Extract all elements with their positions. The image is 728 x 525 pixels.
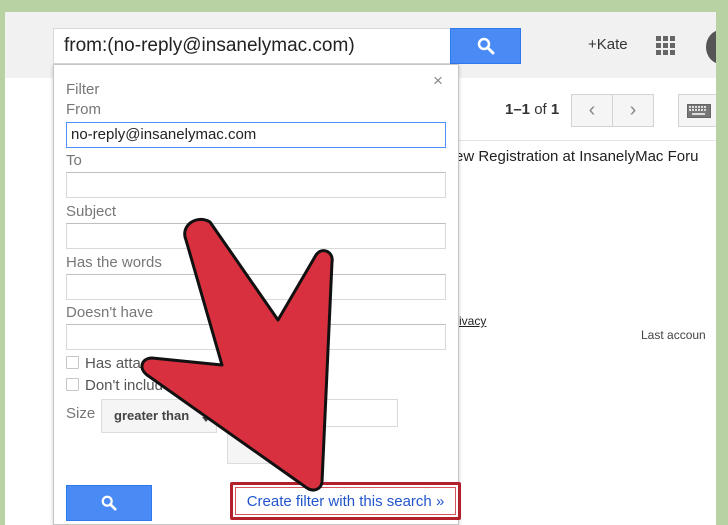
close-icon[interactable]: × bbox=[433, 71, 443, 91]
frame-border-top bbox=[0, 0, 716, 12]
newer-button[interactable]: ‹ bbox=[571, 94, 613, 127]
user-profile-link[interactable]: +Kate bbox=[588, 36, 628, 53]
dont-include-chats-label: Don't include ch bbox=[85, 377, 192, 394]
chevron-left-icon: ‹ bbox=[588, 99, 596, 121]
doesnt-have-label: Doesn't have bbox=[66, 304, 154, 321]
subject-label: Subject bbox=[66, 203, 117, 220]
older-button[interactable]: › bbox=[612, 94, 654, 127]
keyboard-icon bbox=[687, 104, 711, 118]
input-tools-button[interactable] bbox=[678, 94, 716, 127]
create-filter-highlight: Create filter with this search » bbox=[230, 482, 461, 520]
filter-title: Filter bbox=[66, 81, 100, 98]
has-words-field[interactable] bbox=[66, 274, 446, 300]
search-input[interactable]: from:(no-reply@insanelymac.com) bbox=[53, 28, 451, 64]
search-button[interactable] bbox=[450, 28, 521, 64]
subject-field[interactable] bbox=[66, 223, 446, 249]
has-attachment-label: Has attachm bbox=[85, 355, 170, 372]
from-field[interactable]: no-reply@insanelymac.com bbox=[66, 122, 446, 148]
chevron-right-icon: › bbox=[629, 99, 637, 121]
pager-total: 1 bbox=[550, 101, 560, 118]
has-words-label: Has the words bbox=[66, 254, 162, 271]
size-comparator-value: greater than bbox=[114, 408, 190, 423]
size-unit-select[interactable]: M bbox=[227, 431, 307, 464]
pager-count: 1–1 of 1 bbox=[505, 101, 559, 118]
from-label: From bbox=[66, 101, 101, 118]
doesnt-have-field[interactable] bbox=[66, 324, 446, 350]
create-filter-link[interactable]: Create filter with this search » bbox=[235, 487, 456, 515]
search-icon bbox=[477, 37, 494, 55]
last-account-activity: Last accoun bbox=[641, 328, 706, 342]
search-icon bbox=[101, 495, 117, 511]
message-subject[interactable]: ew Registration at InsanelyMac Foru bbox=[455, 148, 698, 165]
select-arrows-icon bbox=[202, 410, 210, 422]
privacy-link[interactable]: rivacy bbox=[455, 314, 486, 328]
size-unit-value: M bbox=[260, 440, 271, 455]
filter-panel: Filter × From no-reply@insanelymac.com T… bbox=[53, 64, 461, 525]
pager-of: of bbox=[534, 101, 547, 118]
size-value-input[interactable] bbox=[227, 399, 398, 427]
size-label: Size bbox=[66, 405, 96, 422]
size-comparator-select[interactable]: greater than bbox=[101, 399, 217, 433]
filter-search-button[interactable] bbox=[66, 485, 152, 521]
screenshot-frame: from:(no-reply@insanelymac.com) +Kate 1–… bbox=[0, 0, 716, 525]
to-field[interactable] bbox=[66, 172, 446, 198]
pager-range: 1–1 bbox=[505, 101, 531, 118]
to-label: To bbox=[66, 152, 82, 169]
frame-border-left bbox=[0, 0, 5, 525]
list-divider bbox=[455, 140, 716, 141]
apps-grid-icon[interactable] bbox=[656, 36, 676, 56]
has-attachment-checkbox[interactable] bbox=[66, 356, 79, 369]
dont-include-chats-checkbox[interactable] bbox=[66, 378, 79, 391]
